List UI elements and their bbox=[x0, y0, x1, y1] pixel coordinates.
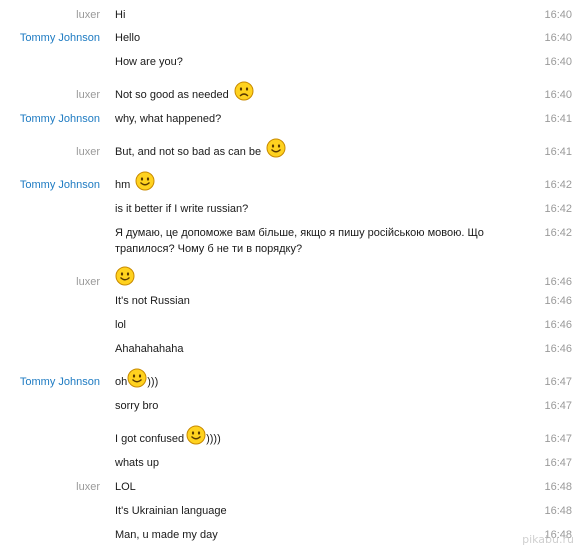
message-time: 16:47 bbox=[544, 433, 572, 445]
message-time: 16:42 bbox=[544, 227, 572, 239]
message-text: is it better if I write russian? bbox=[115, 203, 249, 215]
message-time: 16:40 bbox=[544, 9, 572, 21]
sender-name[interactable]: luxer bbox=[76, 274, 100, 290]
message-row: Tommy Johnson Hello 16:40 bbox=[0, 30, 578, 46]
message-time: 16:47 bbox=[544, 457, 572, 469]
message-time: 16:48 bbox=[544, 505, 572, 517]
message-row: Tommy Johnson hm 16:42 bbox=[0, 171, 578, 193]
smile-icon bbox=[135, 171, 155, 191]
message-row: It's Ukrainian language 16:48 bbox=[0, 503, 578, 519]
message-text: why, what happened? bbox=[115, 113, 222, 125]
message-text-after: ))) bbox=[147, 376, 159, 388]
smile-icon bbox=[127, 368, 147, 388]
message-time: 16:47 bbox=[544, 400, 572, 412]
smile-icon bbox=[115, 266, 135, 286]
message-text: I got confused bbox=[115, 433, 185, 445]
message-row: How are you? 16:40 bbox=[0, 54, 578, 70]
message-time: 16:46 bbox=[544, 276, 572, 288]
message-row: It's not Russian 16:46 bbox=[0, 293, 578, 309]
sender-name[interactable]: luxer bbox=[76, 87, 100, 103]
message-row: Я думаю, це допоможе вам більше, якщо я … bbox=[0, 225, 578, 259]
sender-name[interactable]: Tommy Johnson bbox=[20, 111, 100, 127]
smile-icon bbox=[266, 138, 286, 158]
message-body: I got confused )))) bbox=[115, 425, 221, 447]
message-body: hm bbox=[115, 171, 155, 193]
message-text: Ahahahahaha bbox=[115, 343, 184, 355]
message-text-after: )))) bbox=[206, 433, 221, 445]
message-time: 16:40 bbox=[544, 89, 572, 101]
message-row: is it better if I write russian? 16:42 bbox=[0, 201, 578, 217]
message-row: Tommy Johnson why, what happened? 16:41 bbox=[0, 111, 578, 127]
message-text: sorry bro bbox=[115, 400, 159, 412]
sender-name[interactable]: Tommy Johnson bbox=[20, 177, 100, 193]
message-body bbox=[115, 266, 135, 288]
message-body: But, and not so bad as can be bbox=[115, 138, 286, 160]
message-text: But, and not so bad as can be bbox=[115, 146, 262, 158]
sender-name[interactable]: luxer bbox=[76, 144, 100, 160]
message-text: How are you? bbox=[115, 56, 183, 68]
chat-history: luxer Hi 16:40 Tommy Johnson Hello 16:40… bbox=[0, 0, 578, 552]
message-time: 16:46 bbox=[544, 343, 572, 355]
message-text-line-1: Я думаю, це допоможе вам більше, якщо я … bbox=[115, 227, 484, 239]
message-time: 16:46 bbox=[544, 295, 572, 307]
message-time: 16:40 bbox=[544, 56, 572, 68]
message-text: lol bbox=[115, 319, 127, 331]
message-text: Hi bbox=[115, 9, 126, 21]
sender-name[interactable]: luxer bbox=[76, 7, 100, 23]
message-text: hm bbox=[115, 179, 131, 191]
message-text: oh bbox=[115, 376, 128, 388]
message-text: Not so good as needed bbox=[115, 89, 229, 101]
message-body: oh ))) bbox=[115, 368, 159, 390]
message-row: whats up 16:47 bbox=[0, 455, 578, 471]
message-row: luxer But, and not so bad as can be 16:4… bbox=[0, 138, 578, 160]
message-row: Ahahahahaha 16:46 bbox=[0, 341, 578, 357]
message-row: luxer Not so good as needed 16:40 bbox=[0, 81, 578, 103]
message-time: 16:42 bbox=[544, 179, 572, 191]
message-time: 16:42 bbox=[544, 203, 572, 215]
message-row: Tommy Johnson oh ))) 16:47 bbox=[0, 368, 578, 390]
message-text: LOL bbox=[115, 481, 136, 493]
message-row: luxer Hi 16:40 bbox=[0, 7, 578, 23]
message-time: 16:46 bbox=[544, 319, 572, 331]
message-row: lol 16:46 bbox=[0, 317, 578, 333]
message-time: 16:48 bbox=[544, 481, 572, 493]
message-row: I got confused )))) 16:47 bbox=[0, 425, 578, 447]
message-body: Я думаю, це допоможе вам більше, якщо я … bbox=[115, 225, 484, 257]
watermark: pikabu.ru bbox=[522, 533, 574, 546]
message-time: 16:41 bbox=[544, 146, 572, 158]
message-body: Not so good as needed bbox=[115, 81, 254, 103]
message-row: sorry bro 16:47 bbox=[0, 398, 578, 414]
message-text: It's Ukrainian language bbox=[115, 505, 227, 517]
message-time: 16:40 bbox=[544, 32, 572, 44]
message-text: Man, u made my day bbox=[115, 529, 218, 541]
sender-name[interactable]: Tommy Johnson bbox=[20, 374, 100, 390]
message-time: 16:47 bbox=[544, 376, 572, 388]
message-time: 16:41 bbox=[544, 113, 572, 125]
message-text: It's not Russian bbox=[115, 295, 190, 307]
sender-name[interactable]: luxer bbox=[76, 479, 100, 495]
sender-name[interactable]: Tommy Johnson bbox=[20, 30, 100, 46]
sad-face-icon bbox=[234, 81, 254, 101]
message-text: whats up bbox=[115, 457, 160, 469]
message-row: Man, u made my day 16:48 bbox=[0, 527, 578, 543]
message-row: luxer LOL 16:48 bbox=[0, 479, 578, 495]
message-text: Hello bbox=[115, 32, 141, 44]
message-row: luxer 16:46 bbox=[0, 266, 578, 290]
smile-icon bbox=[186, 425, 206, 445]
message-text-line-2: трапилося? Чому б не ти в порядку? bbox=[115, 243, 303, 255]
